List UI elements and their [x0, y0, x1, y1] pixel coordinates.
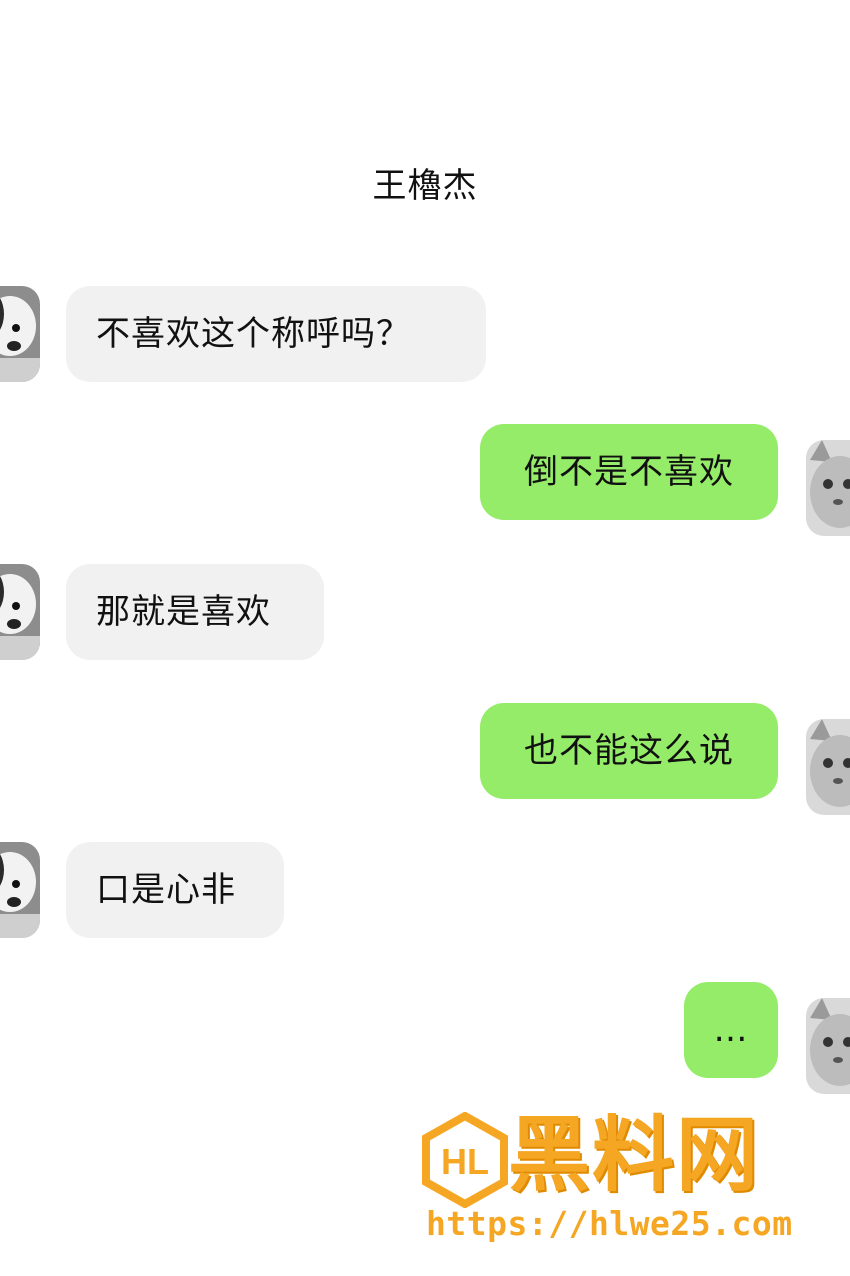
- message-bubble-incoming[interactable]: 不喜欢这个称呼吗？: [66, 286, 486, 382]
- message-bubble-outgoing[interactable]: 倒不是不喜欢: [480, 424, 778, 520]
- dog-avatar-icon[interactable]: [0, 564, 40, 660]
- watermark-title: 黑料网: [508, 1108, 761, 1203]
- watermark-url: https://hlwe25.com: [426, 1204, 793, 1243]
- message-bubble-incoming[interactable]: 口是心非: [66, 842, 284, 938]
- message-bubble-outgoing[interactable]: 也不能这么说: [480, 703, 778, 799]
- cat-avatar-icon[interactable]: [806, 998, 850, 1094]
- dog-avatar-icon[interactable]: [0, 842, 40, 938]
- cat-avatar-icon[interactable]: [806, 719, 850, 815]
- message-bubble-outgoing[interactable]: …: [684, 982, 778, 1078]
- dog-avatar-icon[interactable]: [0, 286, 40, 382]
- chat-title: 王櫓杰: [372, 166, 478, 206]
- message-bubble-incoming[interactable]: 那就是喜欢: [66, 564, 324, 660]
- cat-avatar-icon[interactable]: [806, 440, 850, 536]
- svg-text:HL: HL: [441, 1141, 489, 1182]
- watermark-logo-icon: HL: [420, 1111, 510, 1209]
